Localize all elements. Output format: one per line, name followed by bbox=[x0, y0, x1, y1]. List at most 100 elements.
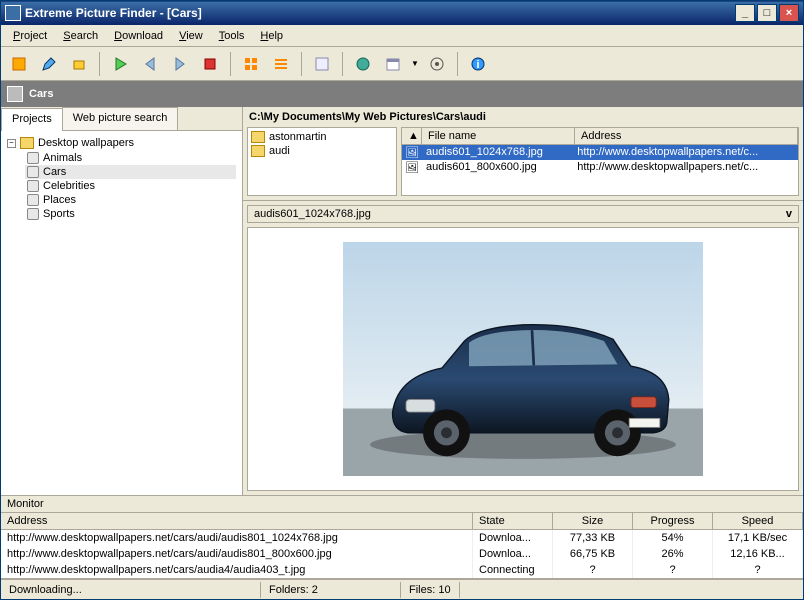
row-address: http://www.desktopwallpapers.net/cars/au… bbox=[1, 530, 473, 546]
monitor-row[interactable]: http://www.desktopwallpapers.net/cars/au… bbox=[1, 562, 803, 578]
folder-label: audi bbox=[269, 145, 290, 157]
preview-image bbox=[343, 242, 703, 476]
tab-web-search[interactable]: Web picture search bbox=[62, 107, 179, 130]
status-folders: Folders: 2 bbox=[261, 582, 401, 598]
tree-item-label: Sports bbox=[43, 208, 75, 220]
file-name: audis601_1024x768.jpg bbox=[422, 146, 573, 159]
folder-list: astonmartin audi bbox=[247, 127, 397, 196]
row-speed: 12,16 KB... bbox=[713, 546, 803, 562]
folder-item[interactable]: audi bbox=[250, 144, 394, 158]
file-icon: 🖼 bbox=[402, 146, 422, 159]
menu-help[interactable]: Help bbox=[252, 28, 291, 44]
close-button[interactable]: × bbox=[779, 4, 799, 22]
preview-pane bbox=[247, 227, 799, 491]
column-address[interactable]: Address bbox=[1, 513, 473, 529]
file-list: ▲ File name Address 🖼audis601_1024x768.j… bbox=[401, 127, 799, 196]
tree-item-label: Cars bbox=[43, 166, 66, 178]
column-address[interactable]: Address bbox=[575, 128, 798, 144]
titlebar: Extreme Picture Finder - [Cars] _ □ × bbox=[1, 1, 803, 25]
menubar: Project Search Download View Tools Help bbox=[1, 25, 803, 47]
row-progress: ? bbox=[633, 562, 713, 578]
monitor-panel: Monitor Address State Size Progress Spee… bbox=[1, 495, 803, 579]
preview-header: audis601_1024x768.jpg v bbox=[247, 205, 799, 223]
folder-label: astonmartin bbox=[269, 131, 326, 143]
menu-download[interactable]: Download bbox=[106, 28, 171, 44]
separator bbox=[99, 52, 100, 76]
left-panel: Projects Web picture search − Desktop wa… bbox=[1, 107, 243, 495]
separator bbox=[457, 52, 458, 76]
folder-item[interactable]: astonmartin bbox=[250, 130, 394, 144]
document-icon bbox=[27, 208, 39, 220]
tree-root[interactable]: − Desktop wallpapers bbox=[7, 137, 236, 149]
separator bbox=[230, 52, 231, 76]
collapse-preview-icon[interactable]: v bbox=[786, 208, 792, 220]
tree-item[interactable]: Celebrities bbox=[25, 179, 236, 193]
column-speed[interactable]: Speed bbox=[713, 513, 803, 529]
row-address: http://www.desktopwallpapers.net/cars/au… bbox=[1, 546, 473, 562]
tree-item[interactable]: Places bbox=[25, 193, 236, 207]
file-list-header: ▲ File name Address bbox=[402, 128, 798, 145]
play-button[interactable] bbox=[108, 52, 132, 76]
column-size[interactable]: Size bbox=[553, 513, 633, 529]
dropdown-arrow-icon[interactable]: ▼ bbox=[411, 59, 419, 68]
tab-cars[interactable]: Cars bbox=[29, 88, 53, 100]
app-icon bbox=[5, 5, 21, 21]
globe-button[interactable] bbox=[351, 52, 375, 76]
menu-tools[interactable]: Tools bbox=[211, 28, 253, 44]
menu-search[interactable]: Search bbox=[55, 28, 106, 44]
file-icon: 🖼 bbox=[402, 161, 422, 174]
maximize-button[interactable]: □ bbox=[757, 4, 777, 22]
statusbar: Downloading... Folders: 2 Files: 10 bbox=[1, 579, 803, 599]
column-sort[interactable]: ▲ bbox=[402, 128, 422, 144]
column-progress[interactable]: Progress bbox=[633, 513, 713, 529]
row-address: http://www.desktopwallpapers.net/cars/au… bbox=[1, 562, 473, 578]
row-progress: 54% bbox=[633, 530, 713, 546]
menu-view[interactable]: View bbox=[171, 28, 211, 44]
document-tabbar: Cars bbox=[1, 81, 803, 107]
tree-item[interactable]: Animals bbox=[25, 151, 236, 165]
tab-projects[interactable]: Projects bbox=[1, 108, 63, 131]
tree-item[interactable]: Cars bbox=[25, 165, 236, 179]
list-button[interactable] bbox=[269, 52, 293, 76]
status-downloading: Downloading... bbox=[1, 582, 261, 598]
grid-button[interactable] bbox=[239, 52, 263, 76]
project-tree: − Desktop wallpapers AnimalsCarsCelebrit… bbox=[1, 131, 242, 495]
edit-project-button[interactable] bbox=[37, 52, 61, 76]
path-breadcrumb: C:\My Documents\My Web Pictures\Cars\aud… bbox=[243, 107, 803, 127]
separator bbox=[301, 52, 302, 76]
target-button[interactable] bbox=[425, 52, 449, 76]
collapse-icon[interactable]: − bbox=[7, 139, 16, 148]
file-browser: astonmartin audi ▲ File name Address 🖼aud… bbox=[243, 127, 803, 201]
column-state[interactable]: State bbox=[473, 513, 553, 529]
preview-filename: audis601_1024x768.jpg bbox=[254, 208, 371, 220]
separator bbox=[342, 52, 343, 76]
right-panel: C:\My Documents\My Web Pictures\Cars\aud… bbox=[243, 107, 803, 495]
back-button[interactable] bbox=[138, 52, 162, 76]
delete-button[interactable] bbox=[67, 52, 91, 76]
monitor-header: Address State Size Progress Speed bbox=[1, 513, 803, 530]
file-address: http://www.desktopwallpapers.net/c... bbox=[573, 161, 798, 174]
tree-item[interactable]: Sports bbox=[25, 207, 236, 221]
monitor-row[interactable]: http://www.desktopwallpapers.net/cars/au… bbox=[1, 546, 803, 562]
row-state: Downloa... bbox=[473, 546, 553, 562]
monitor-row[interactable]: http://www.desktopwallpapers.net/cars/au… bbox=[1, 530, 803, 546]
row-state: Downloa... bbox=[473, 530, 553, 546]
column-filename[interactable]: File name bbox=[422, 128, 575, 144]
folder-icon bbox=[251, 145, 265, 157]
status-files: Files: 10 bbox=[401, 582, 460, 598]
row-size: ? bbox=[553, 562, 633, 578]
panel-tabs: Projects Web picture search bbox=[1, 107, 242, 131]
stop-button[interactable] bbox=[198, 52, 222, 76]
file-row[interactable]: 🖼audis601_800x600.jpghttp://www.desktopw… bbox=[402, 160, 798, 175]
new-project-button[interactable] bbox=[7, 52, 31, 76]
calendar-button[interactable] bbox=[381, 52, 405, 76]
row-size: 66,75 KB bbox=[553, 546, 633, 562]
image-button[interactable] bbox=[310, 52, 334, 76]
menu-project[interactable]: Project bbox=[5, 28, 55, 44]
minimize-button[interactable]: _ bbox=[735, 4, 755, 22]
svg-text:i: i bbox=[476, 59, 479, 71]
file-row[interactable]: 🖼audis601_1024x768.jpghttp://www.desktop… bbox=[402, 145, 798, 160]
folder-icon bbox=[20, 137, 34, 149]
forward-button[interactable] bbox=[168, 52, 192, 76]
info-button[interactable]: i bbox=[466, 52, 490, 76]
